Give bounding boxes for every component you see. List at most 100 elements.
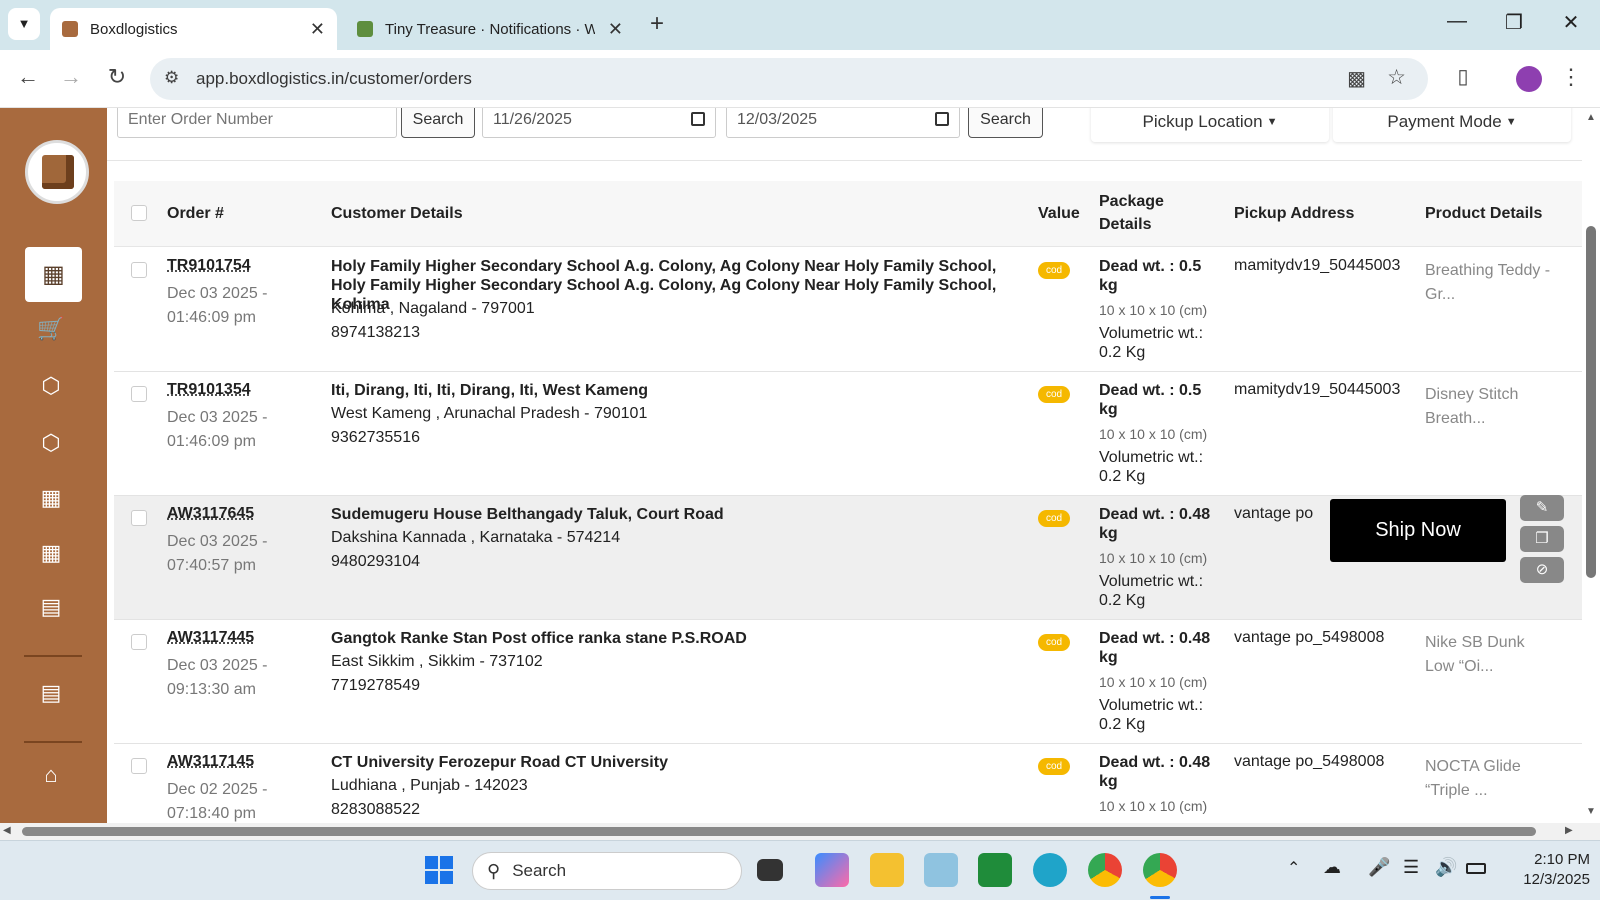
- chrome-profile-icon[interactable]: [1143, 853, 1177, 887]
- order-number-link[interactable]: AW3117445: [167, 629, 254, 647]
- table-row[interactable]: AW3117145 Dec 02 2025 - 07:18:40 pm CT U…: [114, 744, 1582, 823]
- cloud-icon[interactable]: ☁: [1323, 857, 1341, 878]
- ship-now-button[interactable]: Ship Now: [1330, 499, 1506, 562]
- extensions-icon[interactable]: ▯: [1448, 64, 1478, 89]
- package-icon[interactable]: ⬡: [36, 371, 66, 401]
- tab-tiny-treasure[interactable]: Tiny Treasure · Notifications · W ✕: [345, 8, 635, 50]
- microphone-icon[interactable]: 🎤: [1368, 857, 1390, 878]
- pickup-location-dropdown[interactable]: Pickup Location ▼: [1091, 108, 1329, 142]
- clock[interactable]: 2:10 PM 12/3/2025: [1500, 850, 1590, 890]
- battery-icon[interactable]: [1466, 863, 1486, 874]
- file-manager-icon[interactable]: [757, 859, 783, 881]
- dimensions: 10 x 10 x 10 (cm): [1099, 674, 1208, 690]
- building-icon[interactable]: ▦: [36, 483, 66, 513]
- scroll-right-arrow-icon[interactable]: ▶: [1565, 825, 1573, 836]
- sidebar-item-dashboard[interactable]: ▦: [25, 247, 82, 302]
- reload-icon[interactable]: ↻: [102, 64, 132, 90]
- scroll-down-arrow-icon[interactable]: ▼: [1586, 806, 1596, 817]
- dead-weight: Dead wt. : 0.5 kg: [1099, 382, 1202, 418]
- building-alt-icon[interactable]: ▦: [36, 538, 66, 568]
- edge-icon[interactable]: [1033, 853, 1067, 887]
- cancel-icon[interactable]: ⊘: [1520, 557, 1564, 583]
- forward-arrow-icon[interactable]: →: [56, 64, 86, 90]
- bookmark-star-icon[interactable]: ☆: [1387, 65, 1406, 90]
- profile-avatar[interactable]: [1516, 66, 1542, 92]
- calendar-icon[interactable]: [691, 112, 705, 126]
- order-date: Dec 03 2025 - 01:46:09 pm: [167, 409, 268, 450]
- horizontal-scrollbar[interactable]: ◀ ▶: [0, 823, 1600, 840]
- edit-pencil-icon[interactable]: ✎: [1520, 495, 1564, 521]
- close-tab-icon[interactable]: ✕: [310, 19, 325, 40]
- copy-icon[interactable]: ❐: [1520, 526, 1564, 552]
- header-order: Order #: [167, 205, 224, 222]
- pickup-address: vantage po_5498008: [1234, 629, 1385, 646]
- date-from-field[interactable]: 11/26/2025: [482, 108, 716, 138]
- tab-boxdlogistics[interactable]: Boxdlogistics ✕: [50, 8, 337, 50]
- payment-mode-dropdown[interactable]: Payment Mode ▼: [1333, 108, 1571, 142]
- select-all-checkbox[interactable]: [131, 205, 147, 221]
- scroll-up-arrow-icon[interactable]: ▲: [1586, 112, 1596, 123]
- dead-weight: Dead wt. : 0.48 kg: [1099, 630, 1211, 666]
- table-row[interactable]: AW3117445 Dec 03 2025 - 09:13:30 am Gang…: [114, 620, 1582, 744]
- show-hidden-icons-icon[interactable]: ⌃: [1287, 858, 1300, 878]
- chrome-icon[interactable]: [1088, 853, 1122, 887]
- install-app-icon[interactable]: ▩: [1347, 66, 1366, 91]
- back-arrow-icon[interactable]: ←: [13, 64, 43, 90]
- app-icon[interactable]: [924, 853, 958, 887]
- row-checkbox[interactable]: [131, 386, 147, 402]
- header-customer: Customer Details: [331, 205, 463, 222]
- tab-search-chevron-icon[interactable]: ▼: [8, 8, 40, 40]
- windows-start-icon[interactable]: [422, 853, 456, 887]
- url-field[interactable]: ⚙ app.boxdlogistics.in/customer/orders ▩…: [150, 58, 1428, 100]
- row-checkbox[interactable]: [131, 758, 147, 774]
- order-number-link[interactable]: TR9101354: [167, 381, 251, 399]
- table-row[interactable]: TR9101354 Dec 03 2025 - 01:46:09 pm Iti,…: [114, 372, 1582, 496]
- order-number-link[interactable]: AW3117645: [167, 505, 254, 523]
- orders-content: Search 11/26/2025 12/03/2025 Search Pick…: [107, 108, 1582, 823]
- order-number-link[interactable]: TR9101754: [167, 257, 251, 275]
- vertical-scrollbar[interactable]: ▲ ▼: [1582, 108, 1600, 823]
- folder-icon[interactable]: [870, 853, 904, 887]
- cod-badge: cod: [1038, 634, 1070, 651]
- calendar-icon[interactable]: [935, 112, 949, 126]
- package-alt-icon[interactable]: ⬡: [36, 428, 66, 458]
- close-tab-icon[interactable]: ✕: [608, 19, 623, 40]
- sidebar-divider: [24, 655, 82, 657]
- new-tab-plus-icon[interactable]: +: [650, 10, 664, 38]
- dimensions: 10 x 10 x 10 (cm): [1099, 550, 1208, 566]
- wifi-icon[interactable]: ☰: [1403, 857, 1419, 878]
- site-settings-icon[interactable]: ⚙: [164, 68, 179, 88]
- order-number-link[interactable]: AW3117145: [167, 753, 254, 771]
- taskbar-search[interactable]: ⚲ Search: [472, 852, 742, 890]
- search-button[interactable]: Search: [401, 108, 475, 138]
- row-checkbox[interactable]: [131, 510, 147, 526]
- order-date: Dec 02 2025 - 07:18:40 pm: [167, 781, 268, 822]
- package-details: Dead wt. : 0.48 kg 10 x 10 x 10 (cm): [1099, 753, 1224, 820]
- scrollbar-thumb[interactable]: [22, 827, 1536, 836]
- cart-icon[interactable]: 🛒: [36, 314, 66, 344]
- date-search-button[interactable]: Search: [968, 108, 1043, 138]
- scroll-left-arrow-icon[interactable]: ◀: [3, 825, 11, 836]
- chart-icon[interactable]: ▤: [36, 592, 66, 622]
- store-icon[interactable]: ⌂: [36, 760, 66, 790]
- row-checkbox[interactable]: [131, 262, 147, 278]
- order-number-input[interactable]: [117, 108, 397, 138]
- cod-badge: cod: [1038, 510, 1070, 527]
- xbox-icon[interactable]: [978, 853, 1012, 887]
- minimize-icon[interactable]: —: [1437, 10, 1477, 33]
- scrollbar-thumb[interactable]: [1586, 226, 1596, 578]
- restore-icon[interactable]: ❐: [1494, 10, 1534, 35]
- window-close-icon[interactable]: ✕: [1551, 10, 1591, 35]
- table-row[interactable]: TR9101754 Dec 03 2025 - 01:46:09 pm Holy…: [114, 248, 1582, 372]
- header-value: Value: [1038, 205, 1080, 222]
- copilot-icon[interactable]: [815, 853, 849, 887]
- date-to-field[interactable]: 12/03/2025: [726, 108, 960, 138]
- browser-menu-icon[interactable]: ⋮: [1556, 64, 1586, 90]
- volumetric-weight: Volumetric wt.: 0.2 Kg: [1099, 697, 1204, 733]
- date-from-value: 11/26/2025: [493, 111, 572, 128]
- row-checkbox[interactable]: [131, 634, 147, 650]
- volume-icon[interactable]: 🔊: [1435, 857, 1457, 878]
- clock-time: 2:10 PM: [1534, 851, 1590, 868]
- report-icon[interactable]: ▤: [36, 678, 66, 708]
- tab-title: Boxdlogistics: [90, 20, 178, 38]
